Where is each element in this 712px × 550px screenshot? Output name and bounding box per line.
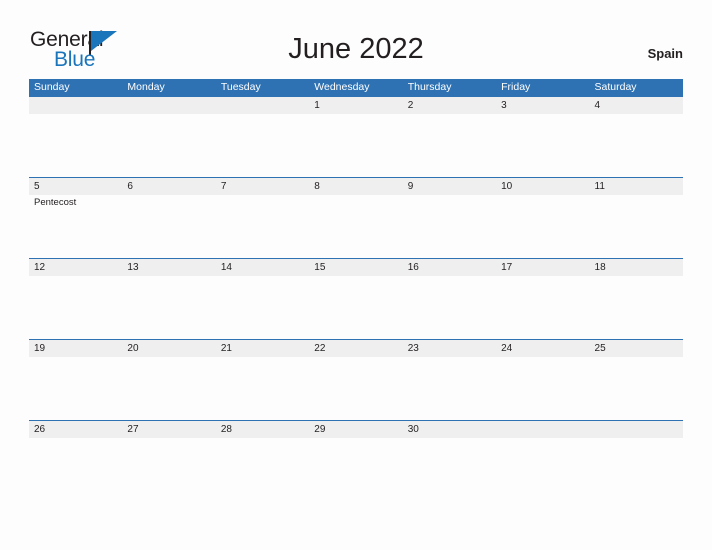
day-cell[interactable] bbox=[403, 114, 496, 177]
week-date-band: 5 6 7 8 9 10 11 bbox=[29, 177, 683, 195]
date-number[interactable]: 24 bbox=[496, 340, 589, 357]
weekday-header-thursday: Thursday bbox=[407, 81, 452, 93]
date-number[interactable]: 19 bbox=[29, 340, 122, 357]
date-number[interactable]: 11 bbox=[590, 178, 683, 195]
date-number[interactable]: 21 bbox=[216, 340, 309, 357]
week-event-band bbox=[29, 438, 683, 501]
date-number[interactable]: 1 bbox=[309, 97, 402, 114]
date-number[interactable]: 29 bbox=[309, 421, 402, 438]
date-number[interactable]: 10 bbox=[496, 178, 589, 195]
day-cell[interactable] bbox=[590, 276, 683, 339]
date-number[interactable] bbox=[590, 421, 683, 438]
day-cell[interactable] bbox=[590, 438, 683, 501]
weekday-header-row: Sunday Monday Tuesday Wednesday Thursday… bbox=[29, 79, 683, 96]
day-cell[interactable] bbox=[309, 438, 402, 501]
weekday-header-monday: Monday bbox=[127, 81, 165, 93]
day-cell[interactable] bbox=[216, 276, 309, 339]
day-cell[interactable] bbox=[216, 195, 309, 258]
calendar-week-row: 19 20 21 22 23 24 25 bbox=[29, 339, 683, 420]
week-date-band: 26 27 28 29 30 bbox=[29, 420, 683, 438]
day-cell[interactable] bbox=[29, 357, 122, 420]
date-number[interactable]: 28 bbox=[216, 421, 309, 438]
day-cell[interactable] bbox=[216, 357, 309, 420]
date-number[interactable]: 6 bbox=[122, 178, 215, 195]
page-title: June 2022 bbox=[288, 33, 424, 65]
day-cell[interactable]: Pentecost bbox=[29, 195, 122, 258]
locale-label: Spain bbox=[647, 46, 683, 61]
date-number[interactable]: 4 bbox=[590, 97, 683, 114]
day-cell[interactable] bbox=[403, 438, 496, 501]
date-number[interactable]: 15 bbox=[309, 259, 402, 276]
week-event-band bbox=[29, 114, 683, 177]
date-number[interactable]: 25 bbox=[590, 340, 683, 357]
date-number[interactable]: 7 bbox=[216, 178, 309, 195]
date-number[interactable]: 17 bbox=[496, 259, 589, 276]
calendar-grid: Sunday Monday Tuesday Wednesday Thursday… bbox=[29, 79, 683, 501]
day-cell[interactable] bbox=[216, 114, 309, 177]
holiday-label: Pentecost bbox=[34, 197, 77, 208]
day-cell[interactable] bbox=[122, 114, 215, 177]
date-number[interactable]: 3 bbox=[496, 97, 589, 114]
date-number[interactable]: 2 bbox=[403, 97, 496, 114]
day-cell[interactable] bbox=[122, 276, 215, 339]
weekday-header-sunday: Sunday bbox=[34, 81, 70, 93]
day-cell[interactable] bbox=[309, 195, 402, 258]
date-number[interactable]: 20 bbox=[122, 340, 215, 357]
date-number[interactable]: 13 bbox=[122, 259, 215, 276]
day-cell[interactable] bbox=[496, 195, 589, 258]
week-date-band: 19 20 21 22 23 24 25 bbox=[29, 339, 683, 357]
day-cell[interactable] bbox=[122, 357, 215, 420]
week-event-band: Pentecost bbox=[29, 195, 683, 258]
date-number[interactable]: 12 bbox=[29, 259, 122, 276]
date-number[interactable]: 8 bbox=[309, 178, 402, 195]
day-cell[interactable] bbox=[496, 276, 589, 339]
date-number[interactable]: 18 bbox=[590, 259, 683, 276]
day-cell[interactable] bbox=[122, 438, 215, 501]
day-cell[interactable] bbox=[309, 276, 402, 339]
date-number[interactable]: 16 bbox=[403, 259, 496, 276]
date-number[interactable] bbox=[122, 97, 215, 114]
date-number[interactable]: 22 bbox=[309, 340, 402, 357]
page-header: General Blue June 2022 Spain bbox=[0, 0, 712, 79]
day-cell[interactable] bbox=[29, 114, 122, 177]
weekday-header-tuesday: Tuesday bbox=[220, 81, 261, 93]
calendar-week-row: 26 27 28 29 30 bbox=[29, 420, 683, 501]
day-cell[interactable] bbox=[29, 276, 122, 339]
day-cell[interactable] bbox=[216, 438, 309, 501]
weekday-header-friday: Friday bbox=[501, 81, 531, 93]
date-number[interactable]: 27 bbox=[122, 421, 215, 438]
day-cell[interactable] bbox=[309, 357, 402, 420]
calendar-week-row: 1 2 3 4 bbox=[29, 96, 683, 177]
day-cell[interactable] bbox=[590, 357, 683, 420]
date-number[interactable]: 5 bbox=[29, 178, 122, 195]
day-cell[interactable] bbox=[496, 357, 589, 420]
week-event-band bbox=[29, 276, 683, 339]
date-number[interactable]: 30 bbox=[403, 421, 496, 438]
date-number[interactable]: 14 bbox=[216, 259, 309, 276]
day-cell[interactable] bbox=[309, 114, 402, 177]
day-cell[interactable] bbox=[122, 195, 215, 258]
date-number[interactable] bbox=[29, 97, 122, 114]
calendar-week-row: 12 13 14 15 16 17 18 bbox=[29, 258, 683, 339]
weekday-header-wednesday: Wednesday bbox=[314, 81, 370, 93]
weekday-header-saturday: Saturday bbox=[594, 81, 637, 93]
week-date-band: 12 13 14 15 16 17 18 bbox=[29, 258, 683, 276]
day-cell[interactable] bbox=[29, 438, 122, 501]
date-number[interactable]: 9 bbox=[403, 178, 496, 195]
day-cell[interactable] bbox=[403, 357, 496, 420]
date-number[interactable] bbox=[216, 97, 309, 114]
calendar-page: General Blue June 2022 Spain Sunday Mond… bbox=[0, 0, 712, 550]
week-event-band bbox=[29, 357, 683, 420]
calendar-week-row: 5 6 7 8 9 10 11 Pentecost bbox=[29, 177, 683, 258]
day-cell[interactable] bbox=[590, 195, 683, 258]
day-cell[interactable] bbox=[496, 438, 589, 501]
day-cell[interactable] bbox=[496, 114, 589, 177]
day-cell[interactable] bbox=[590, 114, 683, 177]
date-number[interactable]: 26 bbox=[29, 421, 122, 438]
day-cell[interactable] bbox=[403, 276, 496, 339]
day-cell[interactable] bbox=[403, 195, 496, 258]
date-number[interactable] bbox=[496, 421, 589, 438]
date-number[interactable]: 23 bbox=[403, 340, 496, 357]
week-date-band: 1 2 3 4 bbox=[29, 96, 683, 114]
